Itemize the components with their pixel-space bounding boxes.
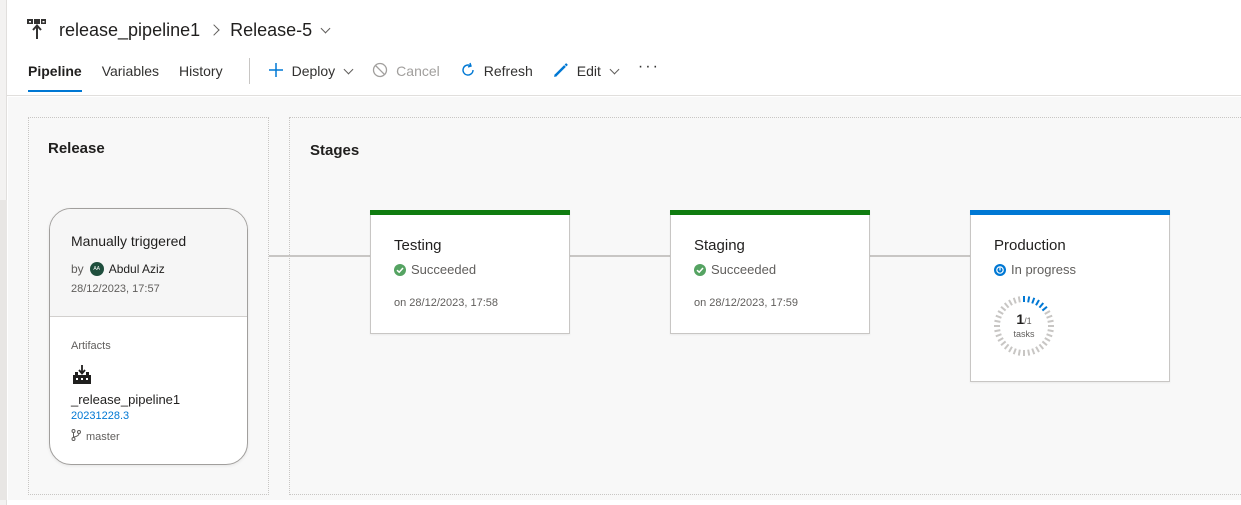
edit-label: Edit	[576, 63, 601, 79]
release-panel-title: Release	[48, 140, 105, 157]
stage-status-text: In progress	[1011, 262, 1077, 277]
task-count: 1/1	[993, 311, 1055, 327]
artifact-branch: master	[71, 429, 120, 444]
chevron-down-icon[interactable]	[320, 23, 331, 33]
spinner-tick	[1008, 346, 1013, 353]
stage-status: Succeeded	[394, 262, 476, 277]
stage-status: In progress	[994, 262, 1076, 277]
stage-date: on 28/12/2023, 17:58	[394, 297, 498, 309]
task-done: 1	[1016, 311, 1025, 327]
chevron-down-icon	[343, 64, 354, 74]
tab-history[interactable]: History	[179, 60, 223, 92]
avatar: AA	[89, 262, 104, 276]
spinner-tick	[1017, 296, 1021, 303]
branch-name: master	[86, 430, 120, 443]
stage-status-bar	[370, 210, 570, 215]
check-circle-icon	[394, 263, 406, 276]
spinner-tick	[1000, 340, 1007, 347]
release-card[interactable]: Manually triggered by AA Abdul Aziz 28/1…	[49, 208, 248, 465]
tab-variables[interactable]: Variables	[102, 60, 159, 92]
spinner-tick	[1041, 305, 1048, 312]
stage-name: Testing	[394, 237, 442, 254]
spinner-tick	[1035, 299, 1040, 306]
spinner-tick	[1003, 343, 1010, 350]
check-circle-icon	[694, 263, 706, 276]
plus-icon	[268, 62, 284, 81]
spinner-tick	[1012, 348, 1017, 355]
stage-name: Production	[994, 237, 1066, 254]
cancel-icon	[372, 62, 388, 81]
stage-status-bar	[670, 210, 870, 215]
more-actions-button[interactable]: ···	[638, 56, 660, 78]
tab-pipeline[interactable]: Pipeline	[28, 60, 82, 92]
edit-button[interactable]: Edit	[553, 60, 620, 82]
header: release_pipeline1 Release-5 Pipeline Var…	[7, 0, 1241, 96]
artifacts-label: Artifacts	[71, 340, 111, 352]
spinner-tick	[1038, 343, 1045, 350]
spinner-tick	[1008, 299, 1013, 306]
build-artifact-icon	[72, 365, 92, 385]
release-trigger: Manually triggered	[71, 233, 187, 249]
deploy-button[interactable]: Deploy	[268, 60, 354, 82]
stage-card-testing[interactable]: Testing Succeeded on 28/12/2023, 17:58	[370, 210, 570, 334]
breadcrumb: release_pipeline1 Release-5	[27, 18, 331, 42]
stage-name: Staging	[694, 237, 745, 254]
task-progress-ring: 1/1 tasks	[993, 295, 1055, 357]
cancel-button[interactable]: Cancel	[372, 60, 440, 82]
stage-status-text: Succeeded	[711, 262, 777, 277]
artifact-name: _release_pipeline1	[71, 392, 181, 407]
stage-date: on 28/12/2023, 17:59	[694, 297, 798, 309]
release-date: 28/12/2023, 17:57	[71, 283, 160, 295]
tab-bar: Pipeline Variables History Deploy Cancel	[28, 58, 680, 96]
refresh-icon	[460, 62, 476, 81]
task-total: /1	[1024, 316, 1032, 326]
refresh-button[interactable]: Refresh	[460, 60, 533, 82]
in-progress-icon	[994, 263, 1006, 276]
spinner-tick	[1035, 346, 1040, 353]
pencil-icon	[553, 62, 569, 81]
spinner-tick	[1038, 302, 1045, 309]
chevron-down-icon	[609, 64, 620, 74]
deploy-label: Deploy	[291, 63, 336, 79]
pipeline-canvas: Release Stages Manually triggered by AA …	[8, 97, 1241, 500]
spinner-tick	[1003, 302, 1010, 309]
toolbar-divider	[248, 58, 250, 84]
release-connector	[269, 255, 370, 257]
spinner-tick	[1031, 297, 1036, 304]
release-pipeline-icon	[27, 19, 47, 41]
spinner-tick	[1027, 349, 1031, 356]
branch-icon	[71, 429, 81, 444]
by-label: by	[71, 262, 84, 276]
spinner-tick	[1000, 305, 1007, 312]
left-rail-shade	[0, 200, 7, 500]
release-selector[interactable]: Release-5	[230, 20, 312, 41]
stage-card-production[interactable]: Production In progress 1/1 tasks	[970, 210, 1170, 382]
spinner-tick	[1027, 296, 1031, 303]
stage-connector	[870, 255, 970, 257]
stage-status-bar	[970, 210, 1170, 215]
spinner-tick	[1012, 297, 1017, 304]
breadcrumb-separator-icon	[208, 24, 220, 36]
pipeline-name-link[interactable]: release_pipeline1	[59, 20, 200, 41]
user-name[interactable]: Abdul Aziz	[109, 262, 165, 276]
artifact-build-link[interactable]: 20231228.3	[71, 410, 129, 422]
stage-status-text: Succeeded	[411, 262, 477, 277]
stage-card-staging[interactable]: Staging Succeeded on 28/12/2023, 17:59	[670, 210, 870, 334]
spinner-tick	[1017, 349, 1021, 356]
release-author: by AA Abdul Aziz	[71, 262, 165, 276]
release-page: release_pipeline1 Release-5 Pipeline Var…	[0, 0, 1241, 505]
cancel-label: Cancel	[396, 63, 440, 79]
task-label: tasks	[1013, 329, 1035, 339]
stage-status: Succeeded	[694, 262, 776, 277]
stages-panel-title: Stages	[310, 142, 360, 159]
spinner-tick	[1041, 340, 1048, 347]
refresh-label: Refresh	[483, 63, 533, 79]
stage-connector	[570, 255, 670, 257]
spinner-tick	[1031, 348, 1036, 355]
